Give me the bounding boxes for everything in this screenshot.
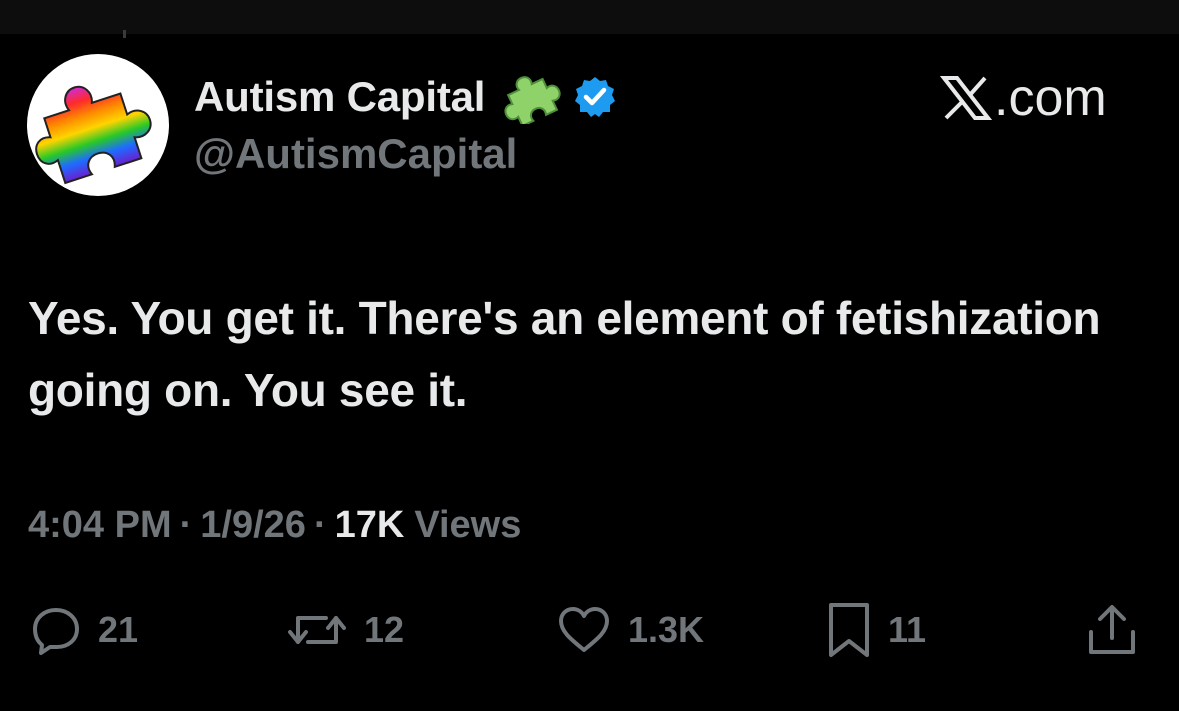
- like-count: 1.3K: [628, 609, 705, 650]
- tweet-meta: 4:04 PM · 1/9/26 · 17K Views: [28, 500, 521, 550]
- meta-separator: ·: [313, 503, 327, 546]
- bookmark-icon: [829, 603, 869, 657]
- top-bar-divider: [123, 30, 126, 38]
- repost-count: 12: [364, 609, 405, 650]
- bookmark-button[interactable]: 11: [826, 598, 926, 662]
- source-label: .com: [994, 69, 1107, 127]
- avatar[interactable]: [27, 54, 169, 196]
- puzzle-piece-emoji-icon: [499, 70, 561, 128]
- verified-badge-icon: [573, 75, 617, 119]
- x-logo-icon: [939, 74, 993, 122]
- views-label: Views: [414, 503, 522, 546]
- like-button[interactable]: 1.3K: [556, 598, 704, 662]
- meta-separator: ·: [179, 503, 193, 546]
- account-name-row[interactable]: Autism Capital: [194, 70, 617, 128]
- repost-icon: [288, 616, 346, 644]
- reply-button[interactable]: 21: [30, 598, 138, 662]
- bookmark-count: 11: [888, 609, 927, 650]
- rainbow-puzzle-avatar-icon: [35, 85, 152, 185]
- source-watermark: .com: [939, 66, 1107, 130]
- tweet-text: Yes. You get it. There's an element of f…: [28, 292, 1101, 416]
- reply-icon: [33, 608, 79, 655]
- tweet-time[interactable]: 4:04 PM: [28, 504, 172, 547]
- heart-icon: [559, 607, 609, 652]
- action-bar: 21 12 1.3K 11: [0, 598, 1179, 662]
- share-icon: [1089, 605, 1135, 654]
- share-button[interactable]: [1086, 598, 1138, 662]
- reply-count: 21: [98, 609, 139, 650]
- account-handle[interactable]: @AutismCapital: [194, 130, 517, 178]
- display-name[interactable]: Autism Capital: [194, 73, 485, 121]
- views-count: 17K: [334, 503, 405, 546]
- tweet-date[interactable]: 1/9/26: [200, 504, 306, 547]
- repost-button[interactable]: 12: [286, 598, 404, 662]
- top-bar: [0, 0, 1179, 34]
